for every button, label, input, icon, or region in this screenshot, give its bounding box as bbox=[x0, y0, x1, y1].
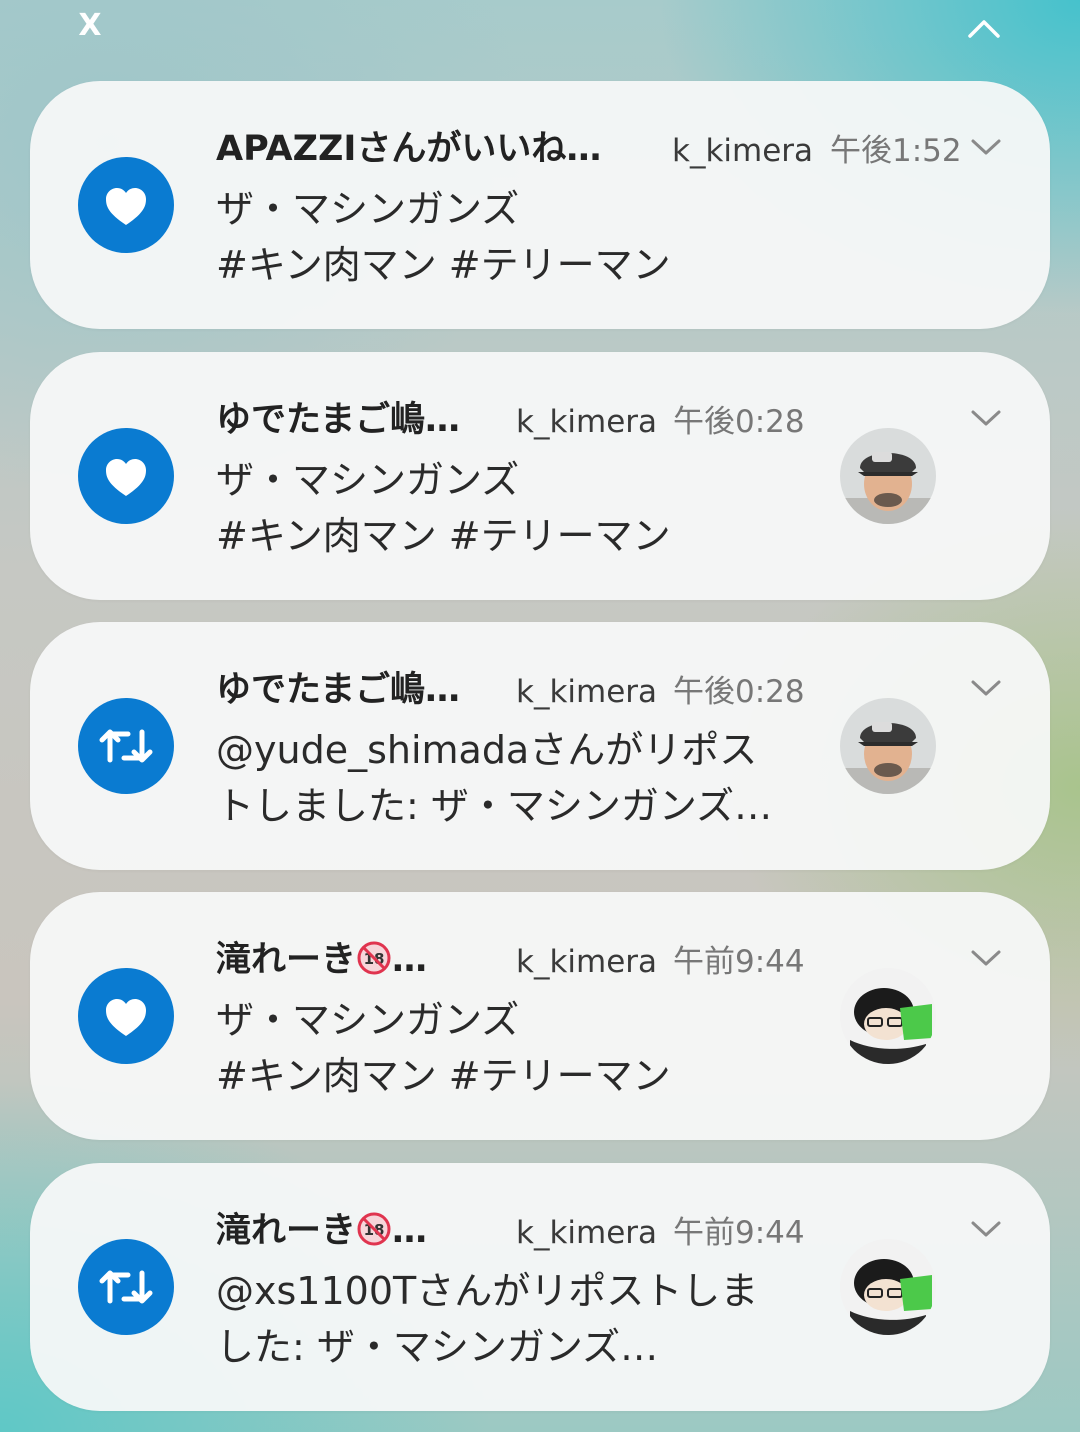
notification-body-line: @xs1100Tさんがリポストしま bbox=[216, 1269, 759, 1313]
chevron-down-icon bbox=[971, 410, 1001, 426]
repost-icon bbox=[99, 1270, 153, 1304]
cartoon-character-avatar bbox=[840, 968, 936, 1064]
sender-ellipsis: … bbox=[392, 1211, 428, 1251]
notification-group-header: X bbox=[0, 0, 1080, 60]
notification-time: 午前9:44 bbox=[673, 944, 805, 980]
notification-card[interactable]: 滝れーき18… k_kimera 午前9:44 @xs1100Tさんがリポストし… bbox=[30, 1163, 1050, 1411]
like-badge bbox=[78, 157, 174, 253]
chevron-up-icon bbox=[968, 20, 1000, 38]
notification-body-line: @yude_shimadaさんがリポス bbox=[216, 728, 758, 772]
like-badge bbox=[78, 968, 174, 1064]
man-with-cap-avatar bbox=[840, 428, 936, 524]
notification-sender: 滝れーき18… bbox=[216, 938, 427, 982]
notification-account: k_kimera bbox=[516, 1215, 658, 1251]
notification-account: k_kimera bbox=[516, 404, 658, 440]
notification-body-line: #キン肉マン #テリーマン bbox=[216, 243, 671, 287]
heart-icon bbox=[106, 999, 146, 1036]
expand-notification-button[interactable] bbox=[966, 402, 1006, 434]
sender-name: 滝れーき bbox=[216, 1211, 357, 1251]
man-with-cap-avatar bbox=[840, 698, 936, 794]
notification-body-line: #キン肉マン #テリーマン bbox=[216, 1054, 671, 1098]
repost-badge bbox=[78, 1239, 174, 1335]
notification-time: 午前9:44 bbox=[673, 1215, 805, 1251]
notification-account: k_kimera bbox=[672, 133, 814, 169]
notification-card[interactable]: ゆでたまご嶋… k_kimera 午後0:28 ザ・マシンガンズ #キン肉マン … bbox=[30, 352, 1050, 600]
notification-account: k_kimera bbox=[516, 674, 658, 710]
notification-body: @xs1100Tさんがリポストしま した: ザ・マシンガンズ… bbox=[216, 1263, 816, 1375]
repost-icon bbox=[99, 729, 153, 763]
notification-body-line: ザ・マシンガンズ bbox=[216, 187, 520, 231]
cartoon-character-avatar bbox=[840, 1239, 936, 1335]
expand-notification-button[interactable] bbox=[966, 672, 1006, 704]
chevron-down-icon bbox=[971, 1221, 1001, 1237]
notification-body-line: ザ・マシンガンズ bbox=[216, 458, 520, 502]
like-badge bbox=[78, 428, 174, 524]
notification-card[interactable]: 滝れーき18… k_kimera 午前9:44 ザ・マシンガンズ #キン肉マン … bbox=[30, 892, 1050, 1140]
notification-account: k_kimera bbox=[516, 944, 658, 980]
notification-body: ザ・マシンガンズ #キン肉マン #テリーマン bbox=[216, 181, 816, 293]
notification-body-line: ザ・マシンガンズ bbox=[216, 998, 520, 1042]
expand-notification-button[interactable] bbox=[966, 1213, 1006, 1245]
x-logo-icon: X bbox=[78, 8, 102, 43]
no-under-18-emoji-icon: 18 bbox=[357, 1212, 391, 1246]
repost-badge bbox=[78, 698, 174, 794]
collapse-group-button[interactable] bbox=[962, 10, 1006, 46]
notification-body: ザ・マシンガンズ #キン肉マン #テリーマン bbox=[216, 992, 816, 1104]
heart-icon bbox=[106, 459, 146, 496]
notification-time: 午後0:28 bbox=[673, 404, 805, 440]
expand-notification-button[interactable] bbox=[966, 942, 1006, 974]
chevron-down-icon bbox=[971, 950, 1001, 966]
expand-notification-button[interactable] bbox=[966, 131, 1006, 163]
notification-sender: APAZZIさんがいいね… bbox=[216, 129, 602, 169]
notification-body: ザ・マシンガンズ #キン肉マン #テリーマン bbox=[216, 452, 816, 564]
notification-sender: 滝れーき18… bbox=[216, 1209, 427, 1253]
notification-body-line: トしました: ザ・マシンガンズ… bbox=[216, 784, 773, 828]
chevron-down-icon bbox=[971, 680, 1001, 696]
notification-card[interactable]: APAZZIさんがいいね… k_kimera 午後1:52 ザ・マシンガンズ #… bbox=[30, 81, 1050, 329]
notification-body-line: した: ザ・マシンガンズ… bbox=[216, 1325, 659, 1369]
notification-card[interactable]: ゆでたまご嶋… k_kimera 午後0:28 @yude_shimadaさんが… bbox=[30, 622, 1050, 870]
notification-body: @yude_shimadaさんがリポス トしました: ザ・マシンガンズ… bbox=[216, 722, 816, 834]
chevron-down-icon bbox=[971, 139, 1001, 155]
notification-sender: ゆでたまご嶋… bbox=[216, 670, 460, 710]
sender-ellipsis: … bbox=[392, 940, 428, 980]
sender-name: 滝れーき bbox=[216, 940, 357, 980]
heart-icon bbox=[106, 188, 146, 225]
notification-body-line: #キン肉マン #テリーマン bbox=[216, 514, 671, 558]
notification-sender: ゆでたまご嶋… bbox=[216, 400, 460, 440]
notification-time: 午後1:52 bbox=[830, 133, 962, 169]
notification-time: 午後0:28 bbox=[673, 674, 805, 710]
no-under-18-emoji-icon: 18 bbox=[357, 941, 391, 975]
